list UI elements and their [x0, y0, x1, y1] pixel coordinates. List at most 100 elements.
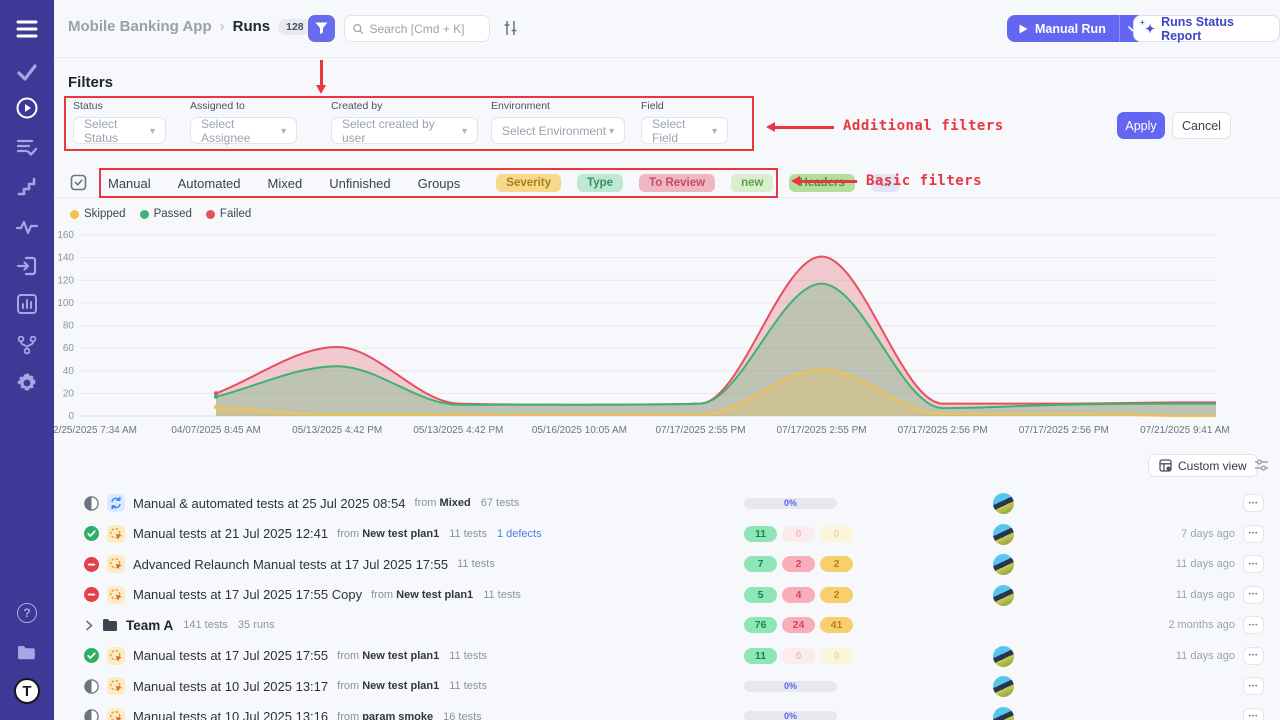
legend-dot — [206, 210, 215, 219]
sidebar-item-analytics[interactable] — [0, 293, 54, 315]
run-row[interactable]: Manual tests at 10 Jul 2025 13:17 from Ne… — [54, 671, 1280, 702]
progress-bar: 0% — [744, 711, 837, 720]
row-menu-button[interactable] — [1243, 494, 1264, 512]
select-placeholder: Select Assignee — [201, 117, 279, 145]
group-title[interactable]: Team A — [126, 618, 173, 633]
run-source: from New test plan1 — [337, 650, 439, 662]
tag-severity[interactable]: Severity — [496, 174, 561, 192]
filter-label: Status — [73, 100, 166, 112]
run-row[interactable]: Manual tests at 10 Jul 2025 13:16from pa… — [54, 702, 1280, 720]
run-title[interactable]: Manual tests at 17 Jul 2025 17:55 — [133, 648, 328, 663]
search-input[interactable] — [369, 22, 481, 36]
run-title[interactable]: Manual & automated tests at 25 Jul 2025 … — [133, 496, 405, 511]
tag-[interactable]: ... — [871, 174, 901, 192]
run-source: from New test plan1 — [337, 680, 439, 692]
run-row[interactable]: Manual tests at 17 Jul 2025 17:55 from Ne… — [54, 641, 1280, 672]
filter-select[interactable]: Select created by user▼ — [331, 117, 478, 144]
sidebar-item-import[interactable] — [0, 255, 54, 277]
basic-filters-row: Manual Automated Mixed Unfinished Groups Seve… — [108, 168, 916, 198]
passed-count-badge: 7 — [744, 556, 777, 572]
manual-run-icon — [107, 647, 125, 665]
runs-page: ? T Mobile Banking App › Runs 128 Manual… — [0, 0, 1280, 720]
filter-field-assigned-to: Assigned toSelect Assignee▼ — [190, 100, 297, 144]
sparkles-icon: ✦+ — [1145, 22, 1155, 36]
row-menu-button[interactable] — [1243, 677, 1264, 695]
sidebar-item-tests[interactable] — [0, 61, 54, 83]
svg-text:40: 40 — [63, 366, 75, 377]
custom-view-button[interactable]: Custom view — [1148, 454, 1258, 477]
avatar — [993, 585, 1014, 606]
sidebar-item-pulse[interactable] — [0, 217, 54, 237]
row-menu-button[interactable] — [1243, 525, 1264, 543]
avatar — [993, 524, 1014, 545]
run-row[interactable]: Manual tests at 17 Jul 2025 17:55 Copyfr… — [54, 580, 1280, 611]
legend-item-failed[interactable]: Failed — [206, 208, 251, 220]
run-title[interactable]: Manual tests at 21 Jul 2025 12:41 — [133, 526, 328, 541]
avatar — [993, 554, 1014, 575]
breadcrumb-project[interactable]: Mobile Banking App — [68, 18, 212, 35]
header-divider — [54, 57, 1280, 58]
row-menu-button[interactable] — [1243, 708, 1264, 720]
column-settings-icon[interactable] — [503, 20, 518, 41]
apply-button[interactable]: Apply — [1117, 112, 1165, 139]
tab-mixed[interactable]: Mixed — [268, 176, 303, 191]
sidebar-item-test-plans[interactable] — [0, 137, 54, 157]
tag-type[interactable]: Type — [577, 174, 623, 192]
table-view-icon — [1159, 459, 1172, 472]
svg-text:2/25/2025 7:34 AM: 2/25/2025 7:34 AM — [53, 425, 137, 436]
menu-icon[interactable] — [0, 18, 54, 40]
run-title[interactable]: Manual tests at 17 Jul 2025 17:55 Copy — [133, 587, 362, 602]
passed-count-badge: 11 — [744, 648, 777, 664]
run-row[interactable]: Manual tests at 21 Jul 2025 12:41from Ne… — [54, 519, 1280, 550]
run-time: 11 days ago — [1176, 641, 1235, 672]
manual-run-button[interactable]: Manual Run — [1007, 15, 1145, 42]
tests-count: 67 tests — [481, 497, 520, 509]
run-row[interactable]: Manual & automated tests at 25 Jul 2025 … — [54, 488, 1280, 519]
filter-select[interactable]: Select Environment▼ — [491, 117, 625, 144]
sidebar-item-steps[interactable] — [0, 177, 54, 197]
expand-chevron-icon[interactable] — [84, 620, 94, 631]
svg-text:100: 100 — [57, 298, 74, 309]
filter-select[interactable]: Select Field▼ — [641, 117, 728, 144]
filter-select[interactable]: Select Status▼ — [73, 117, 166, 144]
legend-item-passed[interactable]: Passed — [140, 208, 192, 220]
svg-text:07/17/2025 2:56 PM: 07/17/2025 2:56 PM — [1019, 425, 1109, 436]
filter-button[interactable] — [308, 15, 335, 42]
tab-manual[interactable]: Manual — [108, 176, 151, 191]
sidebar-item-settings[interactable] — [0, 371, 54, 395]
app-logo[interactable]: T — [0, 677, 54, 705]
runs-list: Manual & automated tests at 25 Jul 2025 … — [54, 488, 1280, 720]
sidebar-item-branches[interactable] — [0, 334, 54, 356]
row-menu-button[interactable] — [1243, 586, 1264, 604]
search-box[interactable] — [344, 15, 490, 42]
svg-text:07/17/2025 2:55 PM: 07/17/2025 2:55 PM — [777, 425, 867, 436]
run-row[interactable]: Advanced Relaunch Manual tests at 17 Jul… — [54, 549, 1280, 580]
run-title[interactable]: Manual tests at 10 Jul 2025 13:17 — [133, 679, 328, 694]
documents-icon[interactable] — [0, 642, 54, 662]
cancel-button[interactable]: Cancel — [1172, 112, 1231, 139]
list-settings-icon[interactable] — [1254, 458, 1269, 477]
tab-unfinished[interactable]: Unfinished — [329, 176, 390, 191]
filter-select[interactable]: Select Assignee▼ — [190, 117, 297, 144]
tab-automated[interactable]: Automated — [178, 176, 241, 191]
legend-item-skipped[interactable]: Skipped — [70, 208, 126, 220]
tab-groups[interactable]: Groups — [418, 176, 461, 191]
bulk-edit-icon[interactable] — [70, 174, 87, 196]
defects-link[interactable]: 1 defects — [497, 528, 542, 540]
tag-toreview[interactable]: To Review — [639, 174, 715, 192]
row-menu-button[interactable] — [1243, 647, 1264, 665]
group-row[interactable]: Team A141 tests35 runs7624412 months ago — [54, 610, 1280, 641]
runs-count: 35 runs — [238, 619, 275, 631]
help-icon[interactable]: ? — [0, 603, 54, 623]
run-title[interactable]: Manual tests at 10 Jul 2025 13:16 — [133, 709, 328, 720]
tag-headers[interactable]: Headers — [789, 174, 854, 192]
tag-new[interactable]: new — [731, 174, 773, 192]
sidebar-item-runs[interactable] — [0, 96, 54, 120]
svg-text:20: 20 — [63, 388, 75, 399]
svg-text:160: 160 — [57, 230, 74, 241]
row-menu-button[interactable] — [1243, 555, 1264, 573]
runs-status-report-button[interactable]: ✦+ Runs Status Report — [1133, 15, 1280, 42]
row-menu-button[interactable] — [1243, 616, 1264, 634]
run-title[interactable]: Advanced Relaunch Manual tests at 17 Jul… — [133, 557, 448, 572]
chevron-down-icon: ▼ — [607, 126, 616, 136]
